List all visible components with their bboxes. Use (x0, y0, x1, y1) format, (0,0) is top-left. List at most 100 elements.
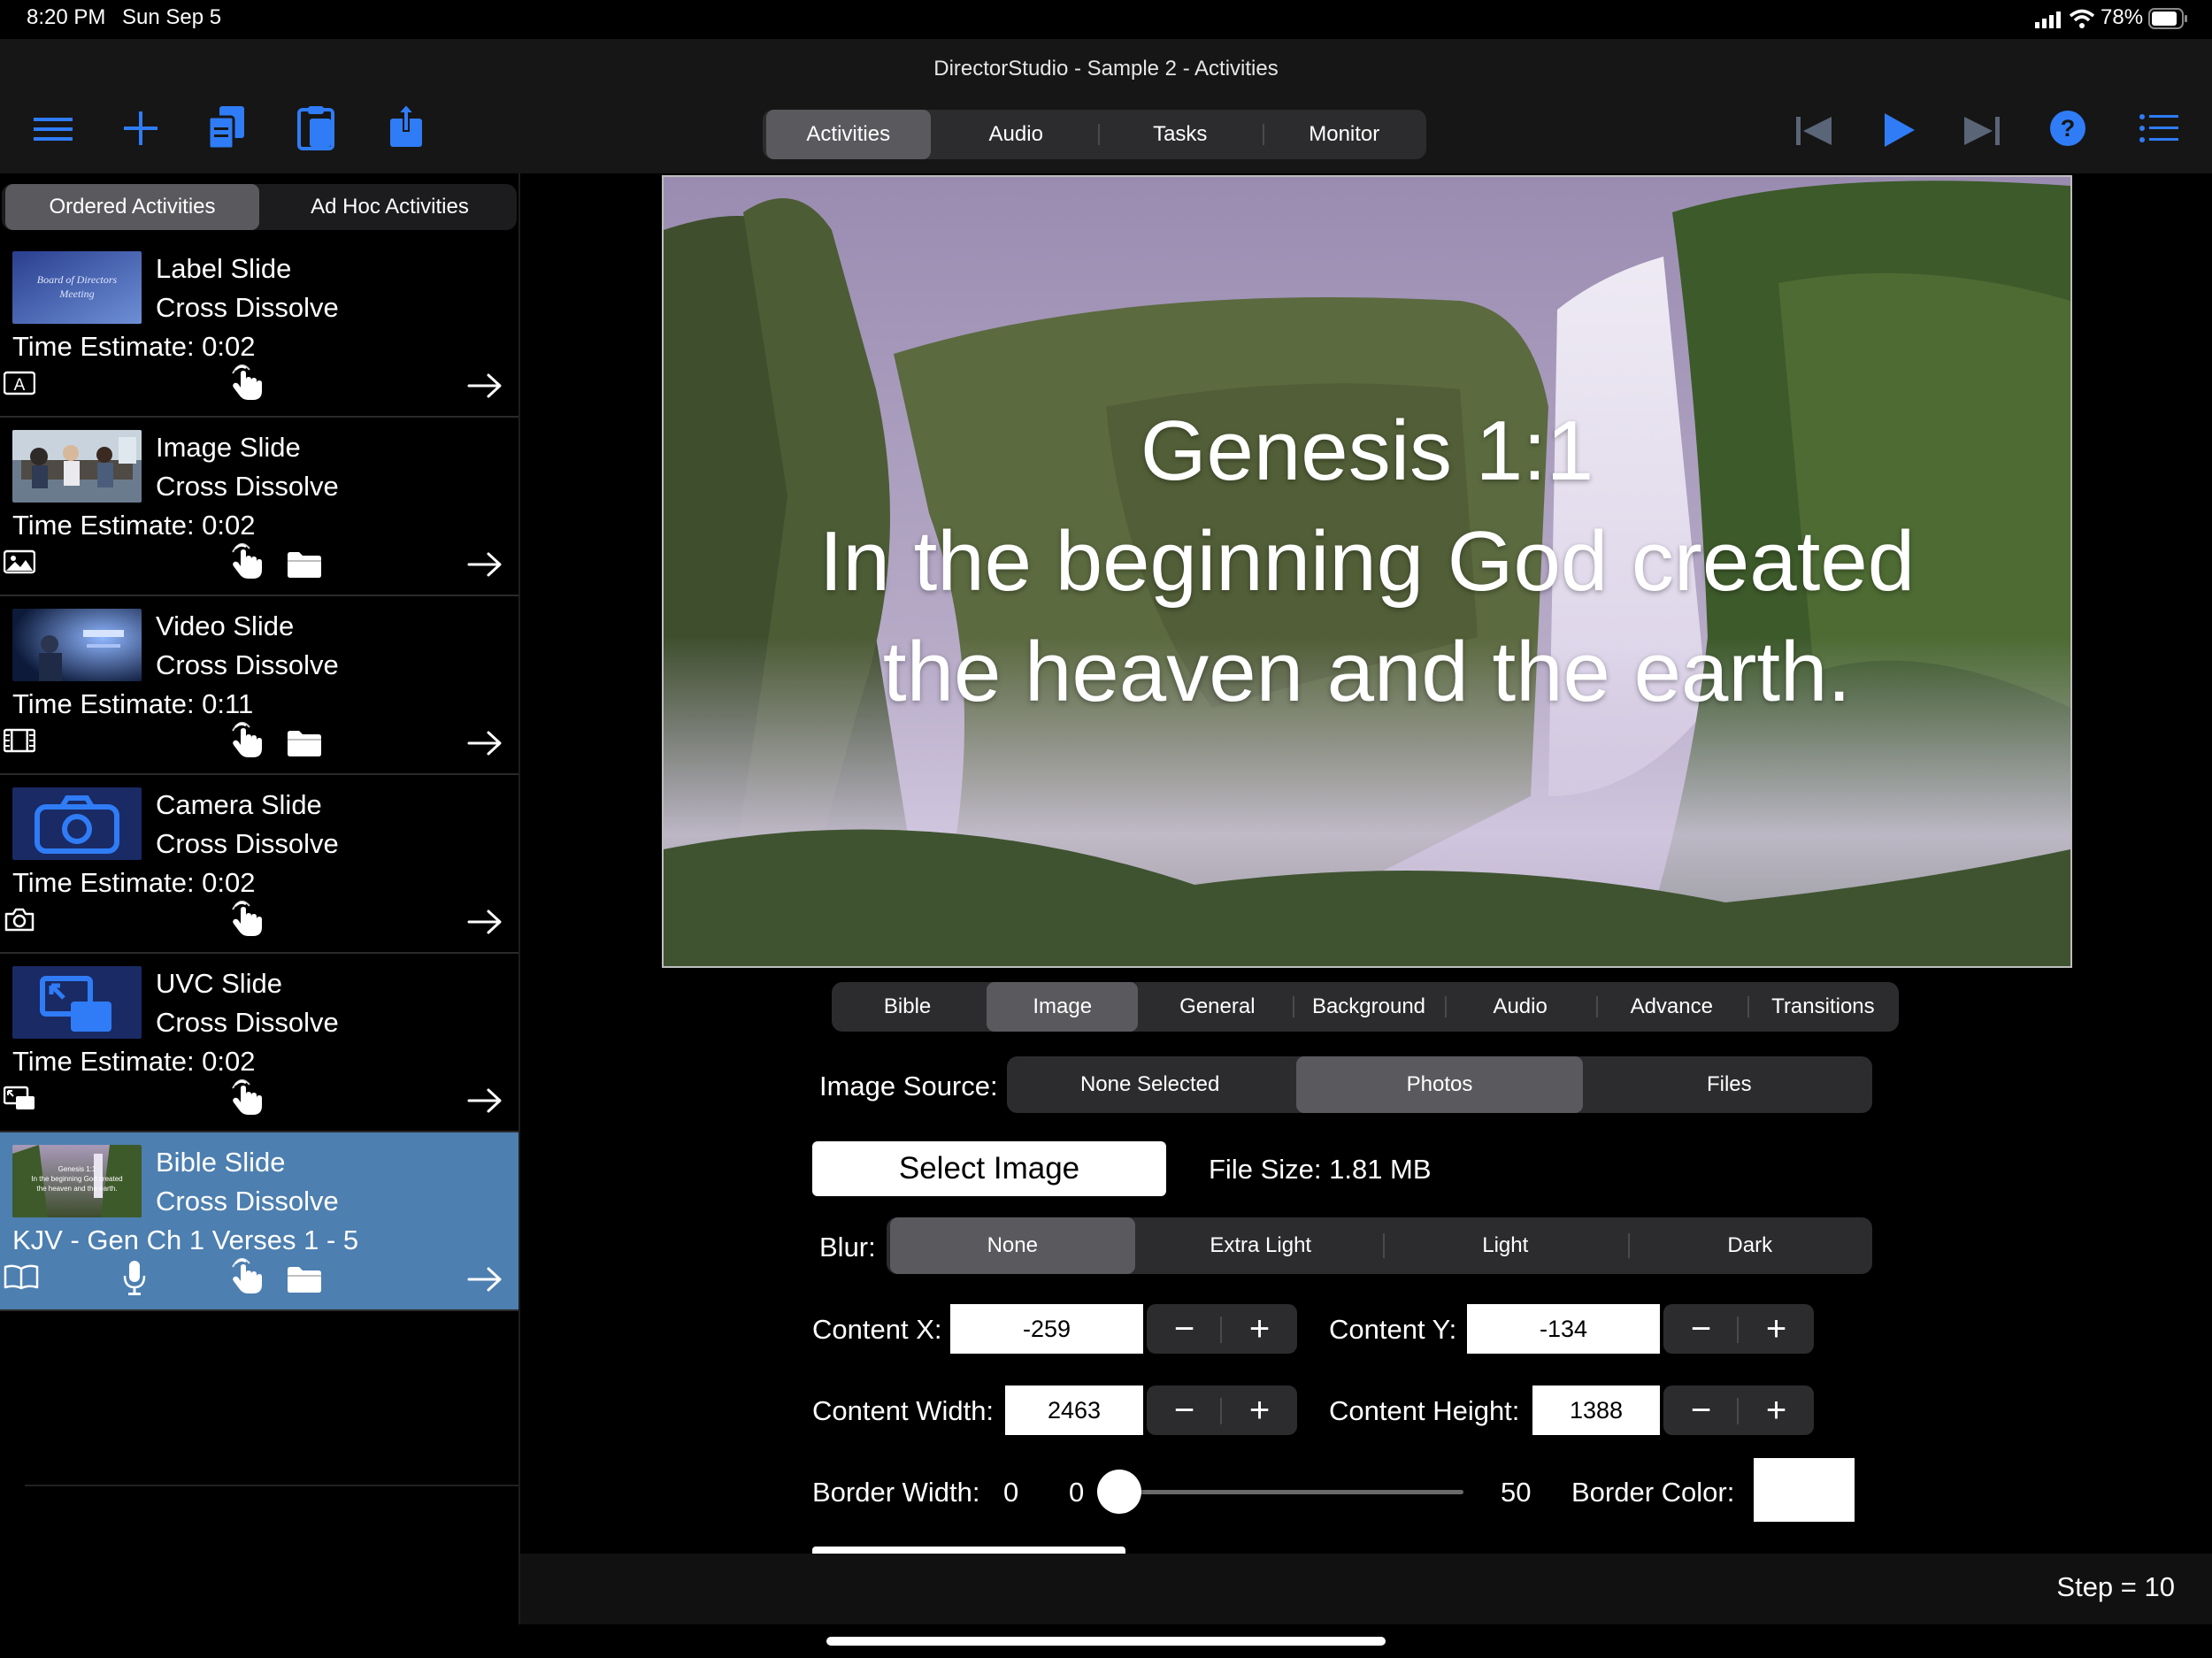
editor-tab-audio[interactable]: Audio (1444, 982, 1596, 1032)
activity-item-image-slide[interactable]: Image Slide Cross Dissolve Time Estimate: … (0, 418, 518, 596)
editor-tab-transitions[interactable]: Transitions (1747, 982, 1899, 1032)
content-width-increment-button[interactable]: + (1222, 1391, 1297, 1431)
activity-thumbnail: Genesis 1:1 In the beginning God created t… (12, 1145, 142, 1217)
folder-icon[interactable] (287, 729, 322, 757)
image-source-files[interactable]: Files (1586, 1056, 1872, 1113)
activity-item-camera-slide[interactable]: Camera Slide Cross Dissolve Time Estimate:… (0, 775, 518, 954)
activity-item-video-slide[interactable]: Video Slide Cross Dissolve Time Estimate: … (0, 596, 518, 775)
activity-thumbnail (12, 787, 142, 860)
blur-option-none[interactable]: None (890, 1217, 1135, 1274)
arrow-right-icon[interactable] (467, 1086, 503, 1115)
skip-back-icon[interactable] (1796, 117, 1832, 145)
arrow-right-icon[interactable] (467, 550, 503, 579)
skip-forward-icon[interactable] (1964, 117, 2000, 145)
menu-icon[interactable] (34, 115, 73, 143)
activity-item-label-slide[interactable]: Board of Directors Meeting Label Slide Cros… (0, 239, 518, 418)
image-source-none-selected[interactable]: None Selected (1007, 1056, 1293, 1113)
activity-estimate: Time Estimate: 0:02 (12, 510, 256, 541)
list-icon[interactable] (2139, 113, 2178, 143)
tab-audio[interactable]: Audio (934, 110, 1099, 159)
content-x-input[interactable]: -259 (950, 1304, 1143, 1354)
blur-option-extra-light[interactable]: Extra Light (1139, 1217, 1384, 1274)
content-height-increment-button[interactable]: + (1739, 1391, 1814, 1431)
microphone-icon[interactable] (122, 1260, 147, 1295)
activity-item-bible-slide[interactable]: Genesis 1:1 In the beginning God created t… (0, 1132, 518, 1311)
slider-thumb[interactable] (1097, 1470, 1141, 1514)
activity-estimate: Time Estimate: 0:02 (12, 867, 256, 898)
svg-text:the heaven and the earth.: the heaven and the earth. (36, 1185, 117, 1193)
image-icon (4, 549, 35, 575)
sidebar-tab-ordered-activities[interactable]: Ordered Activities (5, 184, 259, 230)
svg-text:?: ? (2061, 115, 2076, 142)
sidebar-tab-ad-hoc-activities[interactable]: Ad Hoc Activities (263, 184, 517, 230)
tab-tasks[interactable]: Tasks (1098, 110, 1263, 159)
editor-tab-image[interactable]: Image (987, 982, 1139, 1032)
border-width-slider[interactable] (1097, 1469, 1486, 1515)
share-icon[interactable] (389, 104, 423, 149)
blur-option-light[interactable]: Light (1383, 1217, 1628, 1274)
main-tabs: Activities Audio Tasks Monitor (763, 110, 1426, 159)
activity-thumbnail: Board of Directors Meeting (12, 251, 142, 324)
tap-icon[interactable] (230, 722, 265, 759)
play-icon[interactable] (1885, 113, 1915, 147)
folder-icon[interactable] (287, 1265, 322, 1293)
content-x-decrement-button[interactable]: − (1147, 1309, 1222, 1349)
tap-icon[interactable] (230, 1258, 265, 1295)
image-source-label: Image Source: (819, 1071, 998, 1101)
content-y-input[interactable]: -134 (1467, 1304, 1660, 1354)
home-indicator (826, 1637, 1386, 1646)
camera-icon (4, 906, 35, 933)
arrow-right-icon[interactable] (467, 729, 503, 757)
content-width-label: Content Width: (812, 1395, 995, 1426)
editor-tab-general[interactable]: General (1141, 982, 1293, 1032)
activity-thumbnail (12, 966, 142, 1039)
step-label: Step = 10 (2056, 1571, 2175, 1602)
editor-tab-advance[interactable]: Advance (1595, 982, 1747, 1032)
content-height-input[interactable]: 1388 (1532, 1386, 1660, 1435)
svg-text:In the beginning God created: In the beginning God created (31, 1175, 122, 1183)
tab-activities[interactable]: Activities (766, 110, 931, 159)
activity-estimate: KJV - Gen Ch 1 Verses 1 - 5 (12, 1224, 359, 1255)
activity-item-uvc-slide[interactable]: UVC Slide Cross Dissolve Time Estimate: 0:… (0, 954, 518, 1132)
editor-tab-background[interactable]: Background (1293, 982, 1444, 1032)
content-y-increment-button[interactable]: + (1739, 1309, 1814, 1349)
slide-preview[interactable]: Genesis 1:1 In the beginning God created… (662, 175, 2072, 968)
content-width-input[interactable]: 2463 (1005, 1386, 1143, 1435)
tap-icon[interactable] (230, 1079, 265, 1117)
activity-estimate: Time Estimate: 0:02 (12, 331, 256, 362)
tap-icon[interactable] (230, 365, 265, 402)
slider-track (1120, 1490, 1463, 1494)
arrow-right-icon[interactable] (467, 908, 503, 936)
help-icon[interactable]: ? (2049, 110, 2086, 147)
arrow-right-icon[interactable] (467, 372, 503, 400)
thumb-caption: Genesis 1:1 (58, 1165, 96, 1173)
content-width-decrement-button[interactable]: − (1147, 1391, 1222, 1431)
uvc-icon (4, 1085, 35, 1111)
content-x-label: Content X: (812, 1314, 942, 1345)
plus-icon[interactable] (124, 111, 157, 145)
wifi-icon (2069, 8, 2095, 29)
arrow-right-icon[interactable] (467, 1265, 503, 1293)
blur-label: Blur: (819, 1232, 876, 1263)
activity-title: Video Slide (156, 610, 295, 641)
paste-icon[interactable] (297, 106, 336, 150)
folder-icon[interactable] (287, 550, 322, 579)
editor-tab-bible[interactable]: Bible (832, 982, 983, 1032)
blur-option-dark[interactable]: Dark (1627, 1217, 1873, 1274)
book-icon (4, 1263, 39, 1290)
file-size-label: File Size: 1.81 MB (1209, 1154, 1432, 1185)
status-time: 8:20 PM (27, 5, 106, 29)
copy-icon[interactable] (207, 106, 246, 150)
content-x-increment-button[interactable]: + (1222, 1309, 1297, 1349)
image-source-photos[interactable]: Photos (1296, 1056, 1583, 1113)
select-image-button[interactable]: Select Image (812, 1141, 1166, 1196)
tab-monitor[interactable]: Monitor (1262, 110, 1427, 159)
tap-icon[interactable] (230, 543, 265, 580)
activity-transition: Cross Dissolve (156, 828, 339, 859)
label-icon: A (4, 370, 35, 396)
activity-title: Image Slide (156, 432, 301, 463)
tap-icon[interactable] (230, 901, 265, 938)
border-color-swatch[interactable] (1754, 1458, 1855, 1522)
content-height-decrement-button[interactable]: − (1663, 1391, 1739, 1431)
content-y-decrement-button[interactable]: − (1663, 1309, 1739, 1349)
